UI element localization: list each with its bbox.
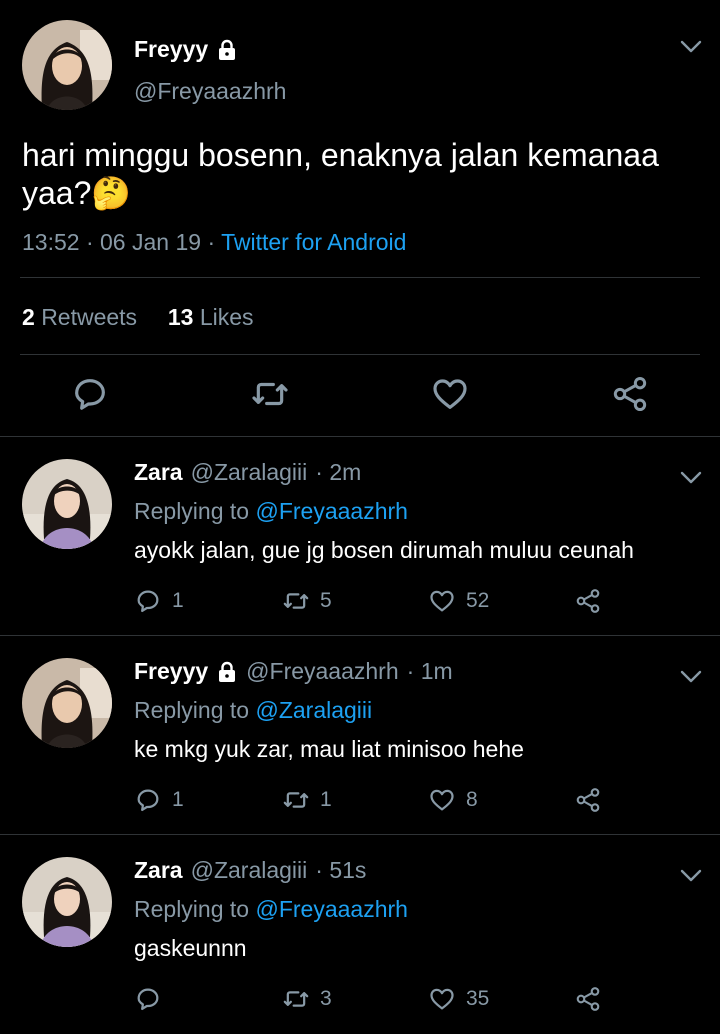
reply-text: ayokk jalan, gue jg bosen dirumah muluu … bbox=[134, 537, 634, 563]
reply-count: 1 bbox=[172, 788, 184, 811]
reply-button[interactable] bbox=[134, 985, 172, 1013]
chevron-down-icon[interactable] bbox=[680, 471, 702, 485]
retweet-button[interactable]: 3 bbox=[282, 985, 332, 1013]
tweet-date: 06 Jan 19 bbox=[100, 229, 202, 255]
retweet-icon[interactable] bbox=[250, 374, 290, 414]
divider bbox=[20, 354, 700, 355]
reply-tweet[interactable]: Freyyy @Freyaaazhrh · 1m Replying to @Za… bbox=[0, 658, 720, 818]
retweet-icon bbox=[282, 587, 310, 615]
author-name[interactable]: Zara bbox=[134, 857, 183, 884]
retweet-count: 1 bbox=[320, 788, 332, 811]
retweet-icon bbox=[282, 786, 310, 814]
reply-header: Zara @Zaralagiii · 51s bbox=[134, 857, 366, 884]
reply-header: Zara @Zaralagiii · 2m bbox=[134, 459, 361, 486]
heart-icon bbox=[428, 786, 456, 814]
reply-time: · 1m bbox=[406, 658, 453, 684]
retweet-button[interactable]: 5 bbox=[282, 587, 332, 615]
likes-count: 13 bbox=[167, 304, 194, 330]
divider bbox=[0, 436, 720, 437]
retweets-label: Retweets bbox=[41, 304, 138, 330]
like-button[interactable]: 52 bbox=[428, 587, 489, 615]
replying-prefix: Replying to bbox=[134, 498, 250, 524]
divider bbox=[0, 635, 720, 636]
author-handle[interactable]: @Freyaaazhrh bbox=[246, 658, 398, 685]
retweet-button[interactable]: 1 bbox=[282, 786, 332, 814]
author-handle[interactable]: @Freyaaazhrh bbox=[134, 78, 286, 105]
author-name[interactable]: Freyyy bbox=[134, 658, 208, 685]
reply-tweet[interactable]: Zara @Zaralagiii · 2m Replying to @Freya… bbox=[0, 459, 720, 619]
meta-separator: · bbox=[85, 229, 94, 255]
avatar[interactable] bbox=[22, 459, 112, 549]
likes-stat[interactable]: 13 Likes bbox=[168, 304, 254, 330]
profile-photo bbox=[22, 857, 112, 947]
replying-to: Replying to @Freyaaazhrh bbox=[134, 896, 408, 923]
share-icon bbox=[574, 985, 602, 1013]
replying-prefix: Replying to bbox=[134, 896, 250, 922]
tweet-source-link[interactable]: Twitter for Android bbox=[221, 229, 406, 255]
share-icon bbox=[574, 786, 602, 814]
reply-icon[interactable] bbox=[70, 374, 110, 414]
reply-header: Freyyy @Freyaaazhrh · 1m bbox=[134, 658, 453, 685]
reply-button[interactable]: 1 bbox=[134, 587, 184, 615]
replying-to-link[interactable]: @Zaralagiii bbox=[255, 697, 372, 723]
reply-tweet[interactable]: Zara @Zaralagiii · 51s Replying to @Frey… bbox=[0, 857, 720, 1017]
chevron-down-icon[interactable] bbox=[680, 869, 702, 883]
share-icon bbox=[574, 587, 602, 615]
profile-photo bbox=[22, 658, 112, 748]
avatar[interactable] bbox=[22, 857, 112, 947]
divider bbox=[20, 277, 700, 278]
author-name-text: Freyyy bbox=[134, 36, 209, 62]
meta-separator: · bbox=[207, 229, 216, 255]
share-button[interactable] bbox=[574, 985, 602, 1013]
retweet-icon bbox=[282, 985, 310, 1013]
lock-icon bbox=[216, 39, 238, 61]
replying-prefix: Replying to bbox=[134, 697, 250, 723]
author-handle[interactable]: @Zaralagiii bbox=[191, 459, 308, 486]
reply-count: 1 bbox=[172, 589, 184, 612]
tweet-time: 13:52 bbox=[22, 229, 80, 255]
tweet-meta: 13:52 · 06 Jan 19 · Twitter for Android bbox=[22, 229, 406, 256]
profile-photo bbox=[22, 459, 112, 549]
like-count: 52 bbox=[466, 589, 490, 612]
reply-time: · 2m bbox=[315, 459, 362, 485]
chevron-down-icon[interactable] bbox=[680, 40, 702, 54]
lock-icon bbox=[216, 661, 238, 683]
like-button[interactable]: 8 bbox=[428, 786, 478, 814]
chevron-down-icon[interactable] bbox=[680, 670, 702, 684]
divider bbox=[0, 834, 720, 835]
replying-to-link[interactable]: @Freyaaazhrh bbox=[255, 498, 407, 524]
heart-icon bbox=[428, 985, 456, 1013]
like-button[interactable]: 35 bbox=[428, 985, 489, 1013]
retweet-count: 3 bbox=[320, 987, 332, 1010]
reply-text: ke mkg yuk zar, mau liat minisoo hehe bbox=[134, 736, 524, 762]
retweet-count: 5 bbox=[320, 589, 332, 612]
heart-icon bbox=[428, 587, 456, 615]
author-handle[interactable]: @Zaralagiii bbox=[191, 857, 308, 884]
reply-button[interactable]: 1 bbox=[134, 786, 184, 814]
like-count: 8 bbox=[466, 788, 478, 811]
share-button[interactable] bbox=[574, 587, 602, 615]
retweets-count: 2 bbox=[22, 304, 35, 330]
share-icon[interactable] bbox=[610, 374, 650, 414]
author-name[interactable]: Freyyy bbox=[134, 36, 238, 63]
avatar[interactable] bbox=[22, 20, 112, 110]
retweets-stat[interactable]: 2 Retweets bbox=[22, 304, 137, 330]
heart-icon[interactable] bbox=[430, 374, 470, 414]
reply-icon bbox=[134, 587, 162, 615]
author-name[interactable]: Zara bbox=[134, 459, 183, 486]
replying-to: Replying to @Freyaaazhrh bbox=[134, 498, 408, 525]
reply-time: · 51s bbox=[315, 857, 367, 883]
share-button[interactable] bbox=[574, 786, 602, 814]
replying-to-link[interactable]: @Freyaaazhrh bbox=[255, 896, 407, 922]
likes-label: Likes bbox=[199, 304, 254, 330]
reply-text: gaskeunnn bbox=[134, 935, 247, 961]
reply-icon bbox=[134, 786, 162, 814]
tweet-stats: 2 Retweets 13 Likes bbox=[22, 304, 254, 331]
like-count: 35 bbox=[466, 987, 490, 1010]
avatar[interactable] bbox=[22, 658, 112, 748]
tweet-text: hari minggu bosenn, enaknya jalan kemana… bbox=[22, 137, 659, 211]
reply-icon bbox=[134, 985, 162, 1013]
replying-to: Replying to @Zaralagiii bbox=[134, 697, 372, 724]
profile-photo bbox=[22, 20, 112, 110]
